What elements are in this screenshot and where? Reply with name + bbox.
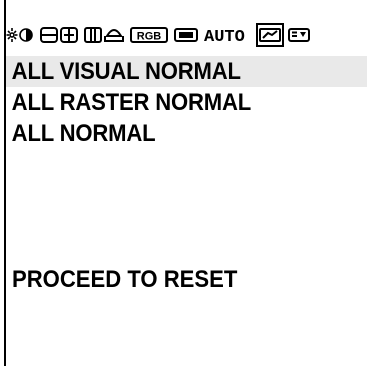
osd-menu: RGB AUTO ALL VISUAL NORMAL ALL RASTER NO… bbox=[0, 0, 377, 366]
rgb-tab[interactable]: RGB bbox=[130, 25, 168, 45]
menu-item-all-visual-normal[interactable]: ALL VISUAL NORMAL bbox=[8, 56, 338, 87]
tab-bar: RGB AUTO bbox=[6, 23, 367, 47]
brightness-contrast-icon[interactable] bbox=[6, 25, 34, 45]
reset-menu: ALL VISUAL NORMAL ALL RASTER NORMAL ALL … bbox=[6, 56, 367, 149]
geometry-icon[interactable] bbox=[84, 25, 124, 45]
screen-icon[interactable] bbox=[174, 25, 198, 45]
rgb-label: RGB bbox=[137, 31, 162, 43]
size-position-icon[interactable] bbox=[40, 25, 78, 45]
reset-icon[interactable] bbox=[256, 23, 284, 47]
menu-icon[interactable] bbox=[288, 25, 310, 45]
auto-tab[interactable]: AUTO bbox=[204, 25, 252, 45]
menu-item-all-normal[interactable]: ALL NORMAL bbox=[8, 118, 338, 149]
menu-item-all-raster-normal[interactable]: ALL RASTER NORMAL bbox=[8, 87, 338, 118]
auto-label: AUTO bbox=[204, 28, 245, 44]
proceed-to-reset[interactable]: PROCEED TO RESET bbox=[12, 265, 237, 295]
menu-left-border bbox=[4, 0, 6, 366]
